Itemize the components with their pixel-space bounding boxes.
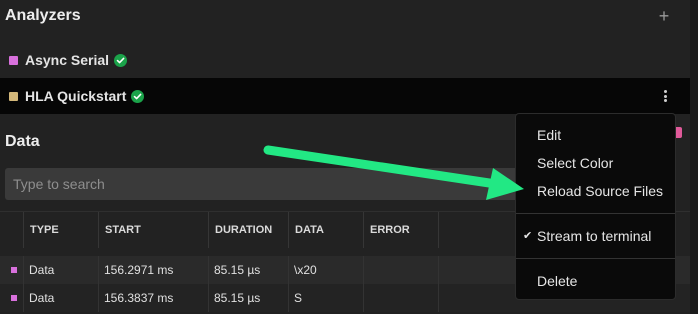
menu-divider — [516, 213, 675, 214]
cell-error — [363, 256, 438, 284]
cell-duration: 85.15 µs — [208, 256, 288, 284]
column-header-duration[interactable]: DURATION — [208, 212, 288, 248]
cell-duration: 85.15 µs — [208, 284, 288, 312]
cell-start: 156.3837 ms — [98, 284, 208, 312]
add-analyzer-button[interactable]: + — [655, 6, 673, 26]
cell-data: S — [288, 284, 363, 312]
cell-type: Data — [23, 256, 98, 284]
column-header-error[interactable]: ERROR — [363, 212, 438, 248]
color-tab-indicator — [676, 127, 682, 138]
column-header-marker — [0, 212, 23, 248]
analyzer-context-menu: Edit Select Color Reload Source Files ✔ … — [515, 113, 676, 300]
analyzer-item-async-serial[interactable]: Async Serial — [0, 42, 690, 78]
column-header-data[interactable]: DATA — [288, 212, 363, 248]
menu-item-reload-source-files[interactable]: Reload Source Files — [516, 178, 675, 204]
row-color-marker — [11, 295, 17, 301]
kebab-dot — [663, 99, 667, 102]
menu-item-delete[interactable]: Delete — [516, 268, 675, 294]
analyzers-title: Analyzers — [5, 7, 81, 24]
more-options-button[interactable] — [660, 87, 670, 105]
analyzer-label: HLA Quickstart — [25, 88, 127, 104]
checkmark-icon: ✔ — [523, 230, 533, 242]
cell-error — [363, 284, 438, 312]
column-header-type[interactable]: TYPE — [23, 212, 98, 248]
panel-scrollbar[interactable] — [690, 0, 698, 314]
kebab-menu-icon — [663, 90, 667, 93]
analyzer-item-hla-quickstart[interactable]: HLA Quickstart — [0, 78, 690, 114]
cell-data: \x20 — [288, 256, 363, 284]
check-circle-icon — [131, 89, 145, 103]
cell-start: 156.2971 ms — [98, 256, 208, 284]
check-circle-icon — [114, 53, 128, 67]
column-header-start[interactable]: START — [98, 212, 208, 248]
plus-icon: + — [658, 6, 670, 26]
menu-item-select-color[interactable]: Select Color — [516, 150, 675, 176]
search-input[interactable] — [5, 168, 535, 200]
menu-item-stream-to-terminal[interactable]: ✔ Stream to terminal — [516, 223, 675, 249]
menu-divider — [516, 258, 675, 259]
analyzer-label: Async Serial — [25, 52, 110, 68]
data-title: Data — [5, 133, 40, 150]
analyzers-header: Analyzers + — [0, 0, 690, 36]
color-swatch[interactable] — [9, 91, 18, 101]
color-swatch[interactable] — [9, 55, 18, 65]
kebab-dot — [663, 94, 667, 98]
menu-item-edit[interactable]: Edit — [516, 122, 675, 148]
cell-type: Data — [23, 284, 98, 312]
row-color-marker — [11, 267, 17, 273]
menu-item-label: Stream to terminal — [537, 228, 652, 244]
